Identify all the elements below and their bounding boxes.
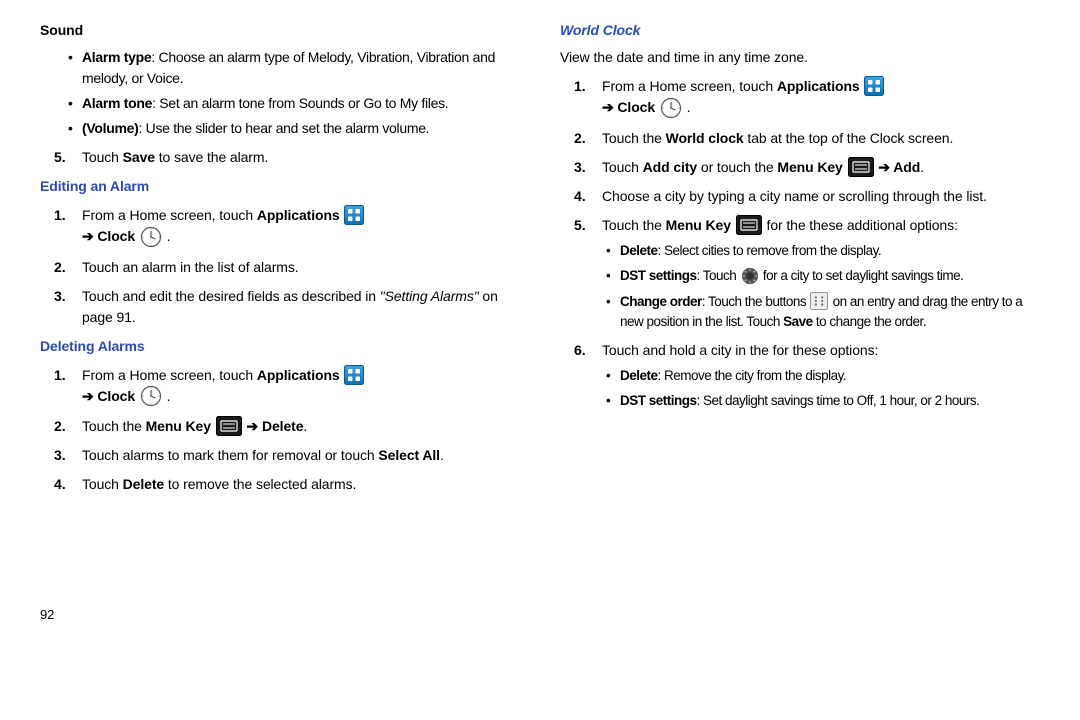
wc-step2: Touch the World clock tab at the top of … [574, 128, 1040, 149]
wc6-delete: Delete: Remove the city from the display… [606, 366, 1040, 386]
bullet-alarm-tone: Alarm tone: Set an alarm tone from Sound… [68, 93, 520, 114]
editing-step3: Touch and edit the desired fields as des… [54, 286, 520, 328]
world-clock-intro: View the date and time in any time zone. [560, 47, 1040, 68]
sound-bullets: Alarm type: Choose an alarm type of Melo… [40, 47, 520, 139]
editing-alarm-heading: Editing an Alarm [40, 176, 520, 197]
wc5-change-order: Change order: Touch the buttons on an en… [606, 292, 1040, 333]
sound-heading: Sound [40, 20, 520, 41]
deleting-step2: Touch the Menu Key ➔ Delete. [54, 416, 520, 437]
clock-icon [660, 97, 682, 119]
page-number: 92 [40, 605, 520, 625]
left-column: Sound Alarm type: Choose an alarm type o… [40, 20, 520, 625]
editing-step1: From a Home screen, touch Applications ➔… [54, 205, 520, 249]
drag-handle-icon [810, 292, 828, 310]
wc5-delete: Delete: Select cities to remove from the… [606, 241, 1040, 261]
wc-step5-bullets: Delete: Select cities to remove from the… [602, 241, 1040, 332]
clock-icon [140, 226, 162, 248]
wc-step6: Touch and hold a city in the for these o… [574, 340, 1040, 412]
deleting-steps: From a Home screen, touch Applications ➔… [40, 365, 520, 496]
sun-icon [741, 267, 759, 285]
deleting-alarms-heading: Deleting Alarms [40, 336, 520, 357]
wc-step4: Choose a city by typing a city name or s… [574, 186, 1040, 207]
sound-step5-list: Touch Save to save the alarm. [40, 147, 520, 168]
applications-icon [344, 205, 364, 225]
deleting-step4: Touch Delete to remove the selected alar… [54, 474, 520, 495]
step-save-alarm: Touch Save to save the alarm. [54, 147, 520, 168]
world-clock-steps: From a Home screen, touch Applications ➔… [560, 76, 1040, 412]
applications-icon [864, 76, 884, 96]
wc-step6-bullets: Delete: Remove the city from the display… [602, 366, 1040, 412]
bullet-alarm-type: Alarm type: Choose an alarm type of Melo… [68, 47, 520, 89]
deleting-step3: Touch alarms to mark them for removal or… [54, 445, 520, 466]
world-clock-heading: World Clock [560, 20, 1040, 41]
editing-step2: Touch an alarm in the list of alarms. [54, 257, 520, 278]
wc6-dst: DST settings: Set daylight savings time … [606, 391, 1040, 411]
menu-key-icon [848, 157, 874, 177]
wc-step5: Touch the Menu Key for the these additio… [574, 215, 1040, 332]
menu-key-icon [736, 215, 762, 235]
menu-key-icon [216, 416, 242, 436]
clock-icon [140, 385, 162, 407]
applications-icon [344, 365, 364, 385]
editing-steps: From a Home screen, touch Applications ➔… [40, 205, 520, 328]
page-columns: Sound Alarm type: Choose an alarm type o… [40, 20, 1040, 625]
wc-step3: Touch Add city or touch the Menu Key ➔ A… [574, 157, 1040, 178]
wc5-dst: DST settings: Touch for a city to set da… [606, 266, 1040, 286]
deleting-step1: From a Home screen, touch Applications ➔… [54, 365, 520, 409]
bullet-volume: (Volume): Use the slider to hear and set… [68, 118, 520, 139]
wc-step1: From a Home screen, touch Applications ➔… [574, 76, 1040, 120]
right-column: World Clock View the date and time in an… [560, 20, 1040, 625]
